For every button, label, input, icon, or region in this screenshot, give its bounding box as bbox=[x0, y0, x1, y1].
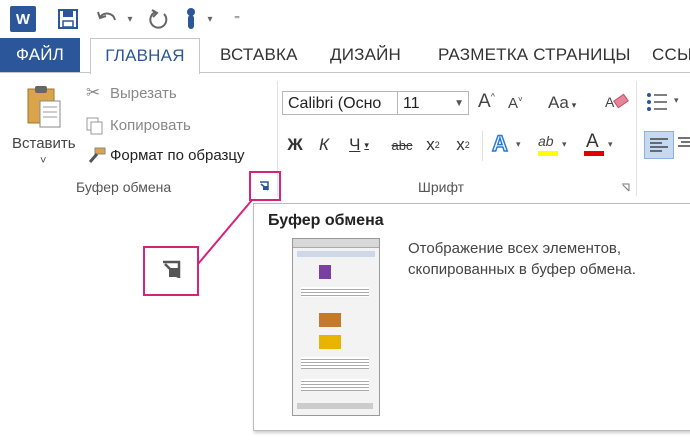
preview-header-bar bbox=[293, 239, 379, 248]
clipboard-pane-preview bbox=[292, 238, 380, 416]
tab-home[interactable]: ГЛАВНАЯ bbox=[90, 38, 200, 74]
clipboard-tooltip: Буфер обмена Отображение всех элементов,… bbox=[253, 203, 690, 431]
preview-text-2 bbox=[301, 357, 369, 369]
preview-item-3 bbox=[319, 335, 341, 349]
preview-item-1 bbox=[319, 265, 331, 279]
tooltip-title: Буфер обмена bbox=[268, 212, 384, 229]
preview-item-2 bbox=[319, 313, 341, 327]
preview-text-3 bbox=[301, 379, 369, 391]
zoomed-launcher-callout bbox=[143, 246, 199, 296]
tooltip-description: Отображение всех элементов, скопированны… bbox=[408, 240, 636, 278]
preview-footer bbox=[297, 403, 373, 409]
dialog-launcher-zoom-icon bbox=[163, 260, 181, 278]
preview-text-1 bbox=[301, 287, 369, 297]
preview-toolbar bbox=[297, 251, 375, 257]
